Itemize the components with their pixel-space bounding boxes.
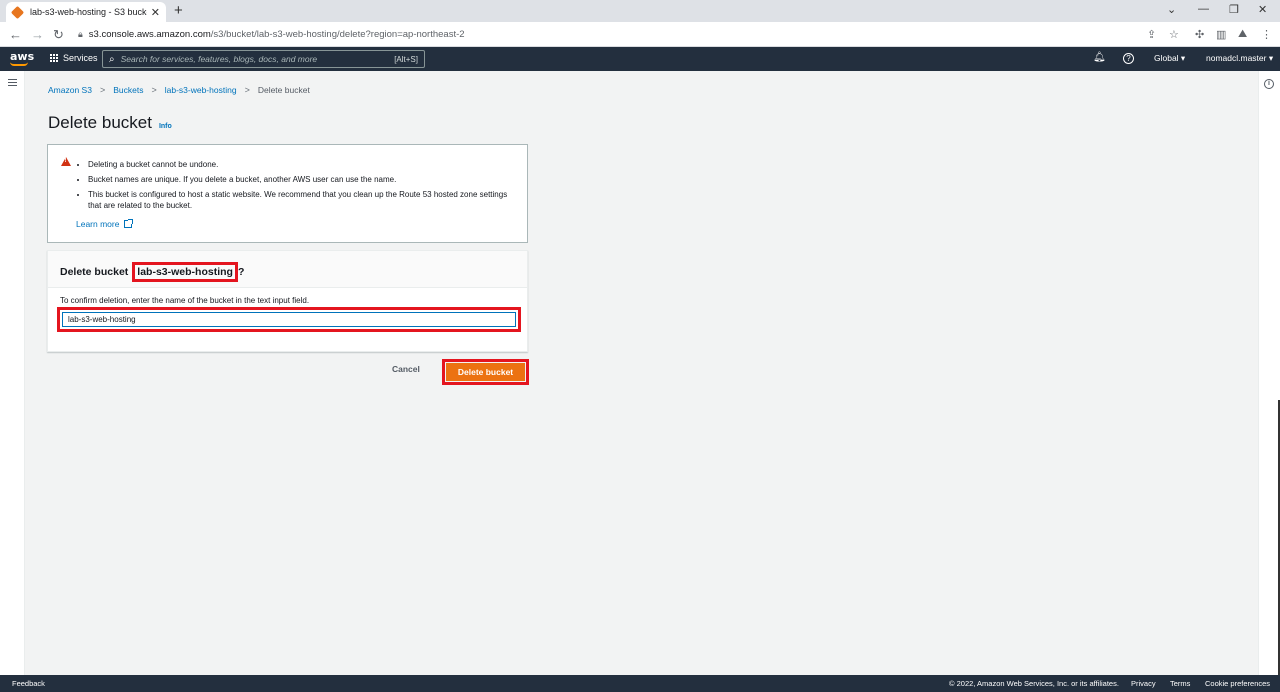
breadcrumb-separator: > [244,85,250,95]
back-icon[interactable]: ← [9,27,22,42]
warning-list: Deleting a bucket cannot be undone. Buck… [88,159,518,215]
profile-icon[interactable]: ⛰ [1238,28,1247,41]
s3-favicon-icon [10,5,25,19]
browser-tab[interactable]: lab-s3-web-hosting - S3 bucket ✕ [6,2,166,22]
info-link[interactable]: Info [159,123,172,130]
page-title-text: Delete bucket [48,113,152,132]
address-bar: ← → ↻ 🔒︎ s3.console.aws.amazon.com/s3/bu… [0,22,1280,47]
delete-confirm-panel: Delete bucket lab-s3-web-hosting ? To co… [47,250,528,352]
search-placeholder: Search for services, features, blogs, do… [120,54,318,64]
tab-search-icon[interactable]: ⌄ [1167,3,1176,16]
privacy-link[interactable]: Privacy [1131,679,1156,688]
bucket-name-highlight: lab-s3-web-hosting [132,262,238,282]
tab-title: lab-s3-web-hosting - S3 bucket [30,7,147,17]
external-link-icon [124,219,134,228]
menu-hamburger-icon[interactable] [8,79,17,88]
learn-more-label: Learn more [76,219,120,229]
warning-alert: Deleting a bucket cannot be undone. Buck… [47,144,528,243]
learn-more-link[interactable]: Learn more [76,219,134,229]
services-menu-button[interactable]: Services [50,53,98,63]
footer: Feedback © 2022, Amazon Web Services, In… [0,675,1280,692]
confirm-title-suffix: ? [237,266,245,278]
page-title: Delete bucket Info [48,113,172,133]
search-shortcut: [Alt+S] [394,54,418,64]
tab-close-icon[interactable]: ✕ [151,6,160,19]
terms-link[interactable]: Terms [1170,679,1190,688]
delete-bucket-button[interactable]: Delete bucket [446,363,525,381]
breadcrumb-separator: > [151,85,157,95]
forward-icon[interactable]: → [31,27,44,42]
search-icon: ⌕ [109,53,115,65]
aws-search-input[interactable]: ⌕ Search for services, features, blogs, … [102,50,425,68]
bucket-name-confirm-input[interactable] [62,312,516,327]
side-panel-icon[interactable]: ▥ [1216,28,1226,41]
browser-tab-strip: lab-s3-web-hosting - S3 bucket ✕ + ⌄ — ❐… [0,0,1280,22]
breadcrumb-current: Delete bucket [257,85,310,95]
info-panel-icon[interactable]: i [1264,79,1274,89]
side-nav-rail [0,71,25,675]
breadcrumb-bucket[interactable]: lab-s3-web-hosting [165,85,237,95]
url-field[interactable]: 🔒︎ s3.console.aws.amazon.com/s3/bucket/l… [78,25,1178,44]
confirm-instruction: To confirm deletion, enter the name of t… [60,296,310,305]
feedback-link[interactable]: Feedback [12,679,45,688]
confirm-title: Delete bucket lab-s3-web-hosting ? [60,262,244,282]
tools-rail: i [1258,71,1280,675]
restore-icon[interactable]: ❐ [1229,3,1239,16]
share-icon[interactable]: ⇪ [1147,28,1156,41]
bookmark-star-icon[interactable]: ☆ [1169,28,1179,41]
close-window-icon[interactable]: ✕ [1258,3,1267,16]
lock-icon: 🔒︎ [78,29,83,39]
breadcrumb-separator: > [99,85,106,95]
url-path: /s3/bucket/lab-s3-web-hosting/delete?reg… [210,29,465,40]
warning-item: Bucket names are unique. If you delete a… [88,174,518,185]
warning-item: Deleting a bucket cannot be undone. [88,159,518,170]
grid-icon [50,54,58,62]
aws-top-nav: aws Services ⌕ Search for services, feat… [0,47,1280,71]
new-tab-button[interactable]: + [174,2,183,19]
breadcrumb: Amazon S3 > Buckets > lab-s3-web-hosting… [48,85,310,95]
aws-logo-smile-icon [10,62,28,66]
region-selector[interactable]: Global ▾ [1154,53,1185,64]
confirm-input-highlight [57,307,521,332]
warning-item: This bucket is configured to host a stat… [88,189,518,211]
url-host: s3.console.aws.amazon.com [88,29,211,40]
extensions-icon[interactable]: ✣ [1195,28,1204,41]
delete-button-highlight: Delete bucket [442,359,529,385]
notifications-bell-icon[interactable]: 🔔︎ [1093,52,1106,63]
breadcrumb-amazon-s3[interactable]: Amazon S3 [48,85,92,95]
reload-icon[interactable]: ↻ [53,27,64,43]
minimize-icon[interactable]: — [1198,3,1209,15]
confirm-header: Delete bucket lab-s3-web-hosting ? [48,251,527,288]
confirm-title-prefix: Delete bucket [60,266,129,278]
browser-menu-icon[interactable]: ⋮ [1261,28,1272,41]
copyright-text: © 2022, Amazon Web Services, Inc. or its… [949,679,1119,688]
cancel-button[interactable]: Cancel [392,364,420,374]
breadcrumb-buckets[interactable]: Buckets [113,85,143,95]
warning-icon [61,157,71,166]
services-label: Services [63,53,98,63]
account-menu[interactable]: nomadcl.master ▾ [1206,53,1273,64]
help-icon[interactable]: ? [1123,53,1134,64]
cookie-preferences-link[interactable]: Cookie preferences [1205,679,1270,688]
